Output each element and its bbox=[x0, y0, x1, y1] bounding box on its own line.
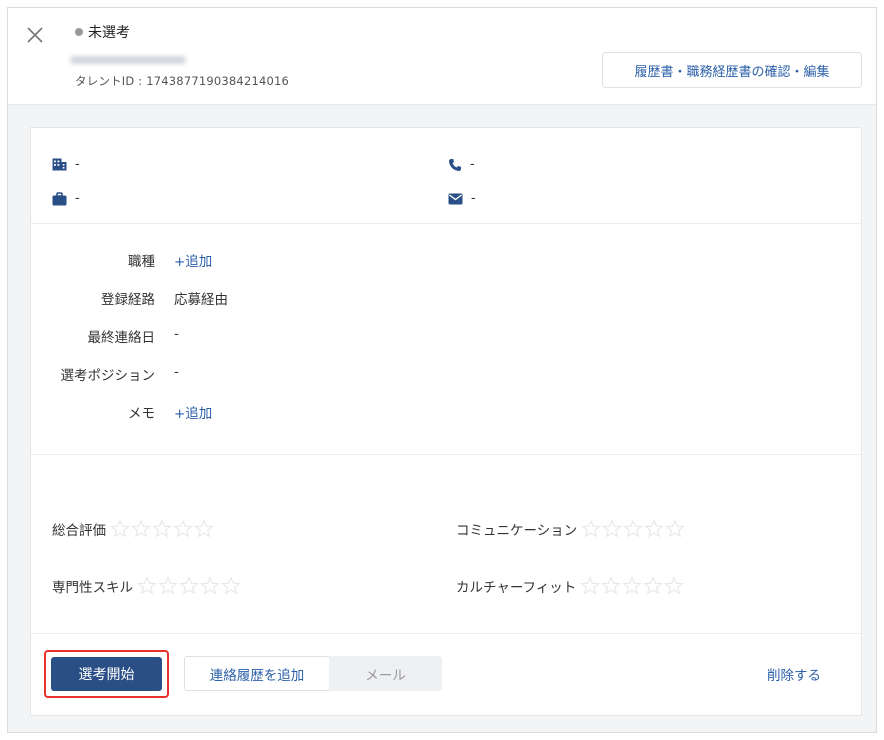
envelope-icon bbox=[448, 193, 463, 204]
rating-communication: コミュニケーション bbox=[456, 519, 686, 539]
add-memo-link[interactable]: +追加 bbox=[174, 402, 212, 422]
star-icon[interactable] bbox=[194, 519, 214, 539]
star-rating[interactable] bbox=[110, 519, 215, 539]
start-selection-button[interactable]: 選考開始 bbox=[51, 657, 162, 691]
field-value: - bbox=[174, 364, 179, 380]
status-badge: 未選考 bbox=[75, 22, 130, 42]
close-icon[interactable] bbox=[26, 26, 44, 44]
star-icon[interactable] bbox=[602, 519, 622, 539]
star-icon[interactable] bbox=[137, 576, 157, 596]
star-icon[interactable] bbox=[158, 576, 178, 596]
ratings-section: 総合評価 コミュニケーション 専門性スキル カルチャーフィット bbox=[31, 456, 861, 634]
rating-label: 専門性スキル bbox=[52, 580, 133, 596]
building-icon bbox=[52, 158, 67, 171]
star-icon[interactable] bbox=[601, 576, 621, 596]
status-label: 未選考 bbox=[88, 25, 130, 41]
star-icon[interactable] bbox=[664, 576, 684, 596]
email-value: - bbox=[471, 191, 476, 206]
phone-info: - bbox=[448, 157, 475, 172]
star-icon[interactable] bbox=[221, 576, 241, 596]
email-info: - bbox=[448, 191, 476, 206]
candidate-card: - - - - 職種 +追加 登録経路 応募経由 最終連絡日 - 選考ポジション… bbox=[30, 127, 862, 716]
star-icon[interactable] bbox=[580, 576, 600, 596]
star-icon[interactable] bbox=[131, 519, 151, 539]
panel-header: 未選考 タレントID : 1743877190384214016 履歴書・職務経… bbox=[8, 8, 876, 105]
company-value: - bbox=[75, 157, 80, 172]
status-dot-icon bbox=[75, 28, 83, 36]
contact-section: - - - - bbox=[31, 128, 861, 224]
field-row-position: 選考ポジション - bbox=[31, 364, 861, 384]
star-icon[interactable] bbox=[173, 519, 193, 539]
talent-id: タレントID : 1743877190384214016 bbox=[75, 74, 290, 88]
star-rating[interactable] bbox=[580, 576, 685, 596]
star-icon[interactable] bbox=[200, 576, 220, 596]
field-value: 応募経由 bbox=[174, 292, 228, 308]
job-value: - bbox=[75, 191, 80, 206]
field-value: - bbox=[174, 326, 179, 342]
field-row-last-contact: 最終連絡日 - bbox=[31, 326, 861, 346]
rating-overall: 総合評価 bbox=[52, 519, 215, 539]
briefcase-icon bbox=[52, 191, 67, 205]
job-info: - bbox=[52, 191, 80, 206]
blurred-candidate-name bbox=[70, 56, 186, 64]
phone-icon bbox=[449, 158, 461, 171]
profile-fields: 職種 +追加 登録経路 応募経由 最終連絡日 - 選考ポジション - メモ +追… bbox=[31, 225, 861, 455]
star-icon[interactable] bbox=[622, 576, 642, 596]
star-icon[interactable] bbox=[110, 519, 130, 539]
field-row-memo: メモ +追加 bbox=[31, 402, 861, 422]
field-label: 選考ポジション bbox=[60, 368, 156, 384]
star-icon[interactable] bbox=[665, 519, 685, 539]
candidate-panel: 未選考 タレントID : 1743877190384214016 履歴書・職務経… bbox=[7, 7, 877, 733]
field-row-source: 登録経路 応募経由 bbox=[31, 288, 861, 308]
star-icon[interactable] bbox=[179, 576, 199, 596]
mail-button[interactable]: メール bbox=[329, 656, 442, 691]
star-icon[interactable] bbox=[152, 519, 172, 539]
rating-label: コミュニケーション bbox=[456, 523, 578, 539]
action-bar: 選考開始 連絡履歴を追加 メール 削除する bbox=[31, 635, 861, 715]
rating-culture-fit: カルチャーフィット bbox=[456, 576, 685, 596]
rating-label: 総合評価 bbox=[52, 523, 106, 539]
field-row-job-type: 職種 +追加 bbox=[31, 250, 861, 270]
field-label: メモ bbox=[128, 406, 155, 422]
company-info: - bbox=[52, 157, 80, 172]
star-icon[interactable] bbox=[644, 519, 664, 539]
field-label: 最終連絡日 bbox=[87, 330, 156, 346]
add-contact-history-button[interactable]: 連絡履歴を追加 bbox=[184, 656, 330, 691]
rating-label: カルチャーフィット bbox=[456, 580, 577, 596]
rating-expertise: 専門性スキル bbox=[52, 576, 242, 596]
star-rating[interactable] bbox=[137, 576, 242, 596]
resume-edit-button[interactable]: 履歴書・職務経歴書の確認・編集 bbox=[602, 52, 862, 88]
star-icon[interactable] bbox=[623, 519, 643, 539]
add-job-type-link[interactable]: +追加 bbox=[174, 250, 212, 270]
star-icon[interactable] bbox=[643, 576, 663, 596]
delete-link[interactable]: 削除する bbox=[767, 664, 821, 684]
star-icon[interactable] bbox=[581, 519, 601, 539]
field-label: 職種 bbox=[128, 254, 155, 270]
star-rating[interactable] bbox=[581, 519, 686, 539]
phone-value: - bbox=[470, 157, 475, 172]
field-label: 登録経路 bbox=[101, 292, 155, 308]
